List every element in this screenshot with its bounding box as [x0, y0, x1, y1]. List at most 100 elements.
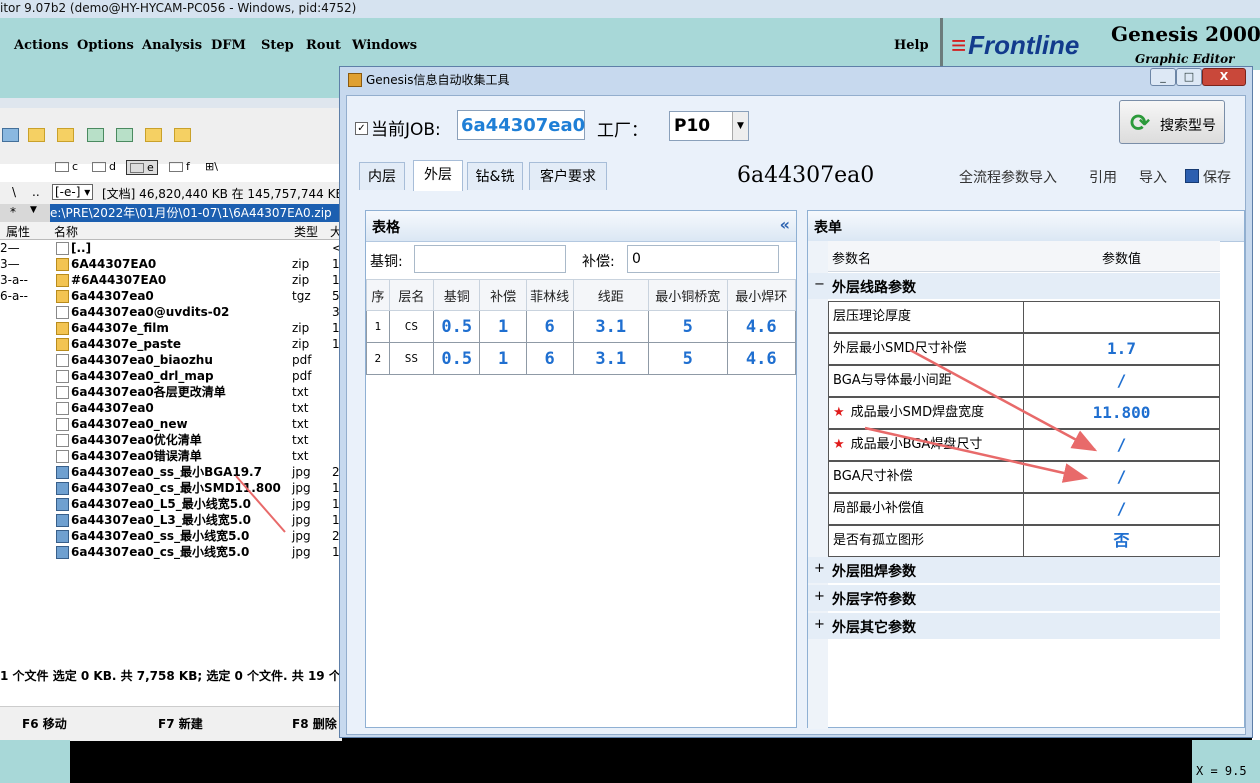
view-icon[interactable]: [2, 128, 19, 142]
group-outer-silk[interactable]: + 外层字符参数: [808, 585, 1220, 611]
menu-help[interactable]: Help: [894, 38, 929, 53]
col-spacing[interactable]: 线距: [572, 279, 649, 311]
folder-icon[interactable]: [145, 128, 162, 142]
file-row[interactable]: 6a44307e_filmzip1,0: [0, 320, 351, 336]
cell-spacing[interactable]: 3.1: [572, 342, 649, 375]
job-input[interactable]: 6a44307ea0: [457, 110, 585, 140]
param-value[interactable]: 否: [1023, 525, 1220, 557]
col-type[interactable]: 类型: [294, 223, 318, 240]
expand-icon[interactable]: +: [814, 617, 825, 632]
col-min-ring[interactable]: 最小焊环: [726, 279, 796, 311]
drive-f[interactable]: f: [169, 160, 190, 173]
tab-outer-layer[interactable]: 外层: [413, 160, 463, 191]
file-row[interactable]: 6a44307ea0_drl_map pdf: [0, 368, 342, 384]
collapse-icon[interactable]: «: [780, 215, 790, 234]
menu-options[interactable]: Options: [77, 38, 134, 53]
menu-step[interactable]: Step: [261, 38, 294, 53]
menu-analysis[interactable]: Analysis: [142, 38, 202, 53]
cell-min-bridge[interactable]: 5: [647, 310, 728, 343]
factory-select[interactable]: P10 ▼: [669, 111, 749, 141]
cell-film-line[interactable]: 6: [525, 310, 574, 343]
import-all-button[interactable]: 全流程参数导入: [959, 167, 1057, 187]
param-row[interactable]: 是否有孤立图形 否: [828, 525, 1220, 557]
param-row[interactable]: BGA与导体最小间距 /: [828, 365, 1220, 397]
f7-new-button[interactable]: F7 新建: [158, 715, 203, 732]
file-row[interactable]: 6a44307ea0_new txt: [0, 416, 342, 432]
menu-actions[interactable]: Actions: [14, 38, 68, 53]
cell-comp[interactable]: 1: [479, 310, 527, 343]
folder-icon[interactable]: [57, 128, 74, 142]
job-checkbox[interactable]: ✓: [355, 122, 368, 135]
close-button[interactable]: X: [1202, 68, 1246, 86]
save-button[interactable]: 保存: [1203, 167, 1231, 187]
group-outer-circuit[interactable]: − 外层线路参数: [808, 273, 1220, 299]
current-path[interactable]: e:\PRE\2022年\01月份\01-07\1\6A44307EA0.zip: [50, 204, 342, 222]
param-value[interactable]: /: [1023, 461, 1220, 493]
base-copper-input[interactable]: [414, 245, 566, 273]
cell-index[interactable]: 2: [366, 342, 390, 375]
file-row[interactable]: 6a44307ea0_cs_最小SMD11.800 jpg 1: [0, 480, 342, 496]
cell-film-line[interactable]: 6: [525, 342, 574, 375]
table-row[interactable]: 1 CS 0.5 1 6 3.1 5 4.6: [366, 310, 796, 343]
group-outer-other[interactable]: + 外层其它参数: [808, 613, 1220, 639]
drive-c[interactable]: c: [55, 160, 78, 173]
param-row[interactable]: 局部最小补偿值 /: [828, 493, 1220, 525]
param-value[interactable]: 11.800: [1023, 397, 1220, 429]
minimize-button[interactable]: _: [1150, 68, 1176, 86]
param-row[interactable]: BGA尺寸补偿 /: [828, 461, 1220, 493]
comp-input[interactable]: 0: [627, 245, 779, 273]
doc-icon[interactable]: [116, 128, 133, 142]
cell-base-copper[interactable]: 0.5: [433, 310, 481, 343]
file-row[interactable]: 6a44307ea0_ss_最小BGA19.7 jpg 2: [0, 464, 342, 480]
file-row[interactable]: 6-a--6a44307ea0tgz5,0: [0, 288, 351, 304]
param-row[interactable]: 外层最小SMD尺寸补偿 1.7: [828, 333, 1220, 365]
cell-spacing[interactable]: 3.1: [572, 310, 649, 343]
chevron-down-icon[interactable]: ▼: [732, 112, 748, 140]
file-row[interactable]: 6a44307ea0各层更改清单 txt: [0, 384, 342, 400]
file-row[interactable]: 6a44307e_paste zip 1: [0, 336, 342, 352]
col-film-line[interactable]: 菲林线: [525, 279, 574, 311]
cell-min-ring[interactable]: 4.6: [726, 310, 796, 343]
col-base-copper[interactable]: 基铜: [433, 279, 481, 311]
drive-select[interactable]: [-e-] ▾: [52, 184, 94, 200]
cell-layer[interactable]: CS: [388, 310, 435, 343]
f8-delete-button[interactable]: F8 删除: [292, 715, 337, 732]
menu-windows[interactable]: Windows: [352, 38, 417, 53]
search-model-button[interactable]: ⟳ 搜索型号: [1119, 100, 1225, 144]
cell-min-ring[interactable]: 4.6: [726, 342, 796, 375]
parent-button[interactable]: ..: [32, 185, 40, 199]
file-row[interactable]: 6a44307ea0_biaozhu pdf: [0, 352, 342, 368]
param-value[interactable]: /: [1023, 365, 1220, 397]
file-row[interactable]: 6a44307ea0 txt: [0, 400, 342, 416]
root-button[interactable]: \: [12, 185, 16, 199]
cell-comp[interactable]: 1: [479, 342, 527, 375]
cell-min-bridge[interactable]: 5: [647, 342, 728, 375]
col-name[interactable]: 名称: [54, 223, 78, 240]
cell-base-copper[interactable]: 0.5: [433, 342, 481, 375]
folder-icon[interactable]: [174, 128, 191, 142]
drive-e[interactable]: e: [126, 160, 158, 175]
expand-icon[interactable]: +: [814, 561, 825, 576]
table-row[interactable]: 2 SS 0.5 1 6 3.1 5 4.6: [366, 342, 796, 375]
col-comp[interactable]: 补偿: [479, 279, 527, 311]
param-row[interactable]: 层压理论厚度: [828, 301, 1220, 333]
file-row[interactable]: 6a44307ea0优化清单 txt: [0, 432, 342, 448]
file-row[interactable]: 6a44307ea0_cs_最小线宽5.0 jpg 1: [0, 544, 342, 560]
reference-button[interactable]: 引用: [1089, 167, 1117, 187]
param-row[interactable]: ★ 成品最小SMD焊盘宽度 11.800: [828, 397, 1220, 429]
collapse-icon[interactable]: −: [814, 277, 825, 292]
file-row[interactable]: 6a44307ea0_ss_最小线宽5.0 jpg 2: [0, 528, 342, 544]
folder-icon[interactable]: [28, 128, 45, 142]
maximize-button[interactable]: □: [1176, 68, 1202, 86]
dialog-titlebar[interactable]: Genesis信息自动收集工具 _ □ X: [340, 67, 1252, 91]
file-row[interactable]: 6a44307ea0@uvdits-02 3: [0, 304, 342, 320]
file-row[interactable]: 6a44307ea0_L3_最小线宽5.0 jpg 1: [0, 512, 342, 528]
file-row[interactable]: 3— 6A44307EA0 zip 1: [0, 256, 342, 272]
import-button[interactable]: 导入: [1139, 167, 1167, 187]
save-icon[interactable]: [1185, 169, 1199, 183]
menu-rout[interactable]: Rout: [306, 38, 341, 53]
menu-dfm[interactable]: DFM: [211, 38, 246, 53]
param-row[interactable]: ★ 成品最小BGA焊盘尺寸 /: [828, 429, 1220, 461]
file-row[interactable]: 3-a-- #6A44307EA0 zip 1: [0, 272, 342, 288]
file-row[interactable]: 6a44307ea0错误清单 txt: [0, 448, 342, 464]
